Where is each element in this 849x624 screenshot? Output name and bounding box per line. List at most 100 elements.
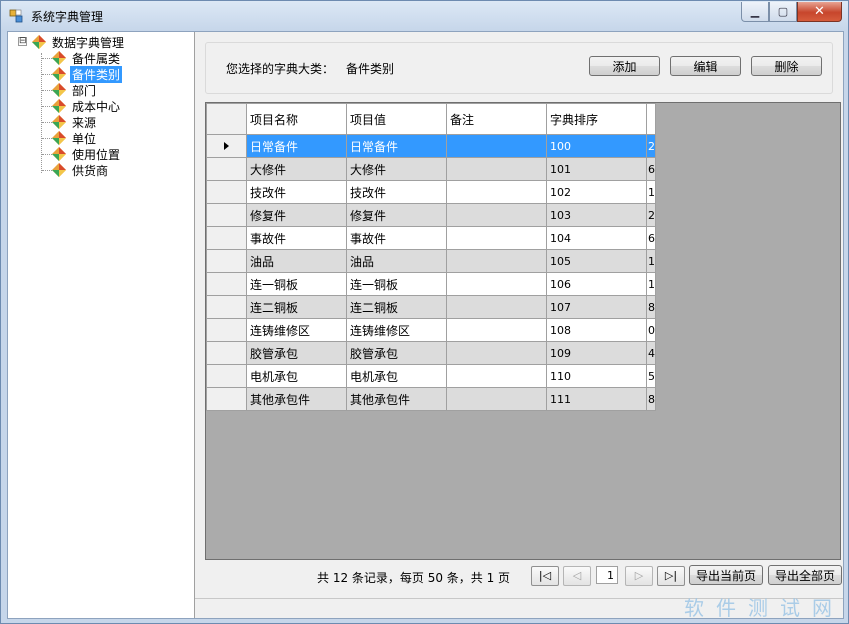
column-header-value[interactable]: 项目值 bbox=[346, 103, 447, 135]
cell-remark[interactable] bbox=[446, 364, 547, 388]
cell-value[interactable]: 胶管承包 bbox=[346, 341, 447, 365]
tree-item[interactable]: 来源 bbox=[52, 114, 98, 130]
cell-remark[interactable] bbox=[446, 318, 547, 342]
edit-button[interactable]: 编辑 bbox=[670, 56, 741, 76]
cell-value[interactable]: 连一铜板 bbox=[346, 272, 447, 296]
next-page-button[interactable]: ▷ bbox=[625, 566, 653, 586]
cell-extra[interactable]: 1 bbox=[646, 249, 656, 273]
table-row[interactable]: 技改件 技改件 102 1 bbox=[206, 180, 656, 204]
cell-extra[interactable]: 1 bbox=[646, 180, 656, 204]
tree-item[interactable]: 部门 bbox=[52, 82, 98, 98]
row-header[interactable] bbox=[206, 318, 247, 342]
cell-remark[interactable] bbox=[446, 341, 547, 365]
cell-sort[interactable]: 104 bbox=[546, 226, 647, 250]
cell-name[interactable]: 技改件 bbox=[246, 180, 347, 204]
table-row[interactable]: 事故件 事故件 104 6 bbox=[206, 226, 656, 250]
export-current-page-button[interactable]: 导出当前页 bbox=[689, 565, 763, 585]
cell-value[interactable]: 修复件 bbox=[346, 203, 447, 227]
tree-item[interactable]: 备件属类 bbox=[52, 50, 122, 66]
table-row[interactable]: 油品 油品 105 1 bbox=[206, 249, 656, 273]
cell-name[interactable]: 事故件 bbox=[246, 226, 347, 250]
cell-remark[interactable] bbox=[446, 134, 547, 158]
table-row[interactable]: 电机承包 电机承包 110 5 bbox=[206, 364, 656, 388]
cell-sort[interactable]: 102 bbox=[546, 180, 647, 204]
row-header[interactable] bbox=[206, 203, 247, 227]
delete-button[interactable]: 删除 bbox=[751, 56, 822, 76]
cell-remark[interactable] bbox=[446, 249, 547, 273]
first-page-button[interactable]: |◁ bbox=[531, 566, 559, 586]
cell-sort[interactable]: 103 bbox=[546, 203, 647, 227]
table-row[interactable]: 连一铜板 连一铜板 106 1 bbox=[206, 272, 656, 296]
row-header[interactable] bbox=[206, 157, 247, 181]
tree-item[interactable]: 成本中心 bbox=[52, 98, 122, 114]
tree-root[interactable]: 数据字典管理 bbox=[32, 34, 126, 50]
cell-value[interactable]: 事故件 bbox=[346, 226, 447, 250]
column-header-extra[interactable] bbox=[646, 103, 656, 135]
tree-item[interactable]: 单位 bbox=[52, 130, 98, 146]
table-row[interactable]: 大修件 大修件 101 6 bbox=[206, 157, 656, 181]
export-all-pages-button[interactable]: 导出全部页 bbox=[768, 565, 842, 585]
add-button[interactable]: 添加 bbox=[589, 56, 660, 76]
cell-value[interactable]: 连二铜板 bbox=[346, 295, 447, 319]
tree-item[interactable]: 使用位置 bbox=[52, 146, 122, 162]
row-header[interactable] bbox=[206, 226, 247, 250]
cell-name[interactable]: 连铸维修区 bbox=[246, 318, 347, 342]
cell-value[interactable]: 日常备件 bbox=[346, 134, 447, 158]
cell-value[interactable]: 技改件 bbox=[346, 180, 447, 204]
cell-remark[interactable] bbox=[446, 226, 547, 250]
last-page-button[interactable]: ▷| bbox=[657, 566, 685, 586]
cell-sort[interactable]: 111 bbox=[546, 387, 647, 411]
cell-extra[interactable]: 8 bbox=[646, 387, 656, 411]
row-header[interactable] bbox=[206, 387, 247, 411]
cell-name[interactable]: 连二铜板 bbox=[246, 295, 347, 319]
cell-extra[interactable]: 6 bbox=[646, 226, 656, 250]
prev-page-button[interactable]: ◁ bbox=[563, 566, 591, 586]
cell-remark[interactable] bbox=[446, 272, 547, 296]
cell-name[interactable]: 其他承包件 bbox=[246, 387, 347, 411]
cell-extra[interactable]: 6 bbox=[646, 157, 656, 181]
cell-remark[interactable] bbox=[446, 295, 547, 319]
row-header[interactable] bbox=[206, 295, 247, 319]
cell-name[interactable]: 日常备件 bbox=[246, 134, 347, 158]
row-header[interactable] bbox=[206, 341, 247, 365]
cell-sort[interactable]: 106 bbox=[546, 272, 647, 296]
cell-value[interactable]: 连铸维修区 bbox=[346, 318, 447, 342]
cell-value[interactable]: 其他承包件 bbox=[346, 387, 447, 411]
collapse-icon[interactable]: ⊟ bbox=[18, 37, 27, 46]
cell-extra[interactable]: 0 bbox=[646, 318, 656, 342]
dictionary-tree[interactable]: ⊟ 数据字典管理 备件属类 备件类别 部门 成本中心 来源 单位 使用位置 供货商 bbox=[8, 32, 195, 618]
table-row[interactable]: 修复件 修复件 103 2 bbox=[206, 203, 656, 227]
maximize-button[interactable]: ▢ bbox=[769, 2, 797, 22]
table-row[interactable]: 胶管承包 胶管承包 109 4 bbox=[206, 341, 656, 365]
cell-name[interactable]: 油品 bbox=[246, 249, 347, 273]
cell-name[interactable]: 修复件 bbox=[246, 203, 347, 227]
cell-sort[interactable]: 105 bbox=[546, 249, 647, 273]
cell-value[interactable]: 油品 bbox=[346, 249, 447, 273]
cell-name[interactable]: 连一铜板 bbox=[246, 272, 347, 296]
cell-sort[interactable]: 109 bbox=[546, 341, 647, 365]
row-header[interactable] bbox=[206, 134, 247, 158]
table-row[interactable]: 其他承包件 其他承包件 111 8 bbox=[206, 387, 656, 411]
cell-extra[interactable]: 2 bbox=[646, 203, 656, 227]
page-number-input[interactable] bbox=[596, 566, 618, 584]
cell-remark[interactable] bbox=[446, 157, 547, 181]
table-row[interactable]: 日常备件 日常备件 100 2 bbox=[206, 134, 656, 158]
cell-extra[interactable]: 2 bbox=[646, 134, 656, 158]
tree-item[interactable]: 备件类别 bbox=[52, 65, 123, 83]
row-header[interactable] bbox=[206, 272, 247, 296]
minimize-button[interactable]: ▁ bbox=[741, 2, 769, 22]
cell-remark[interactable] bbox=[446, 180, 547, 204]
cell-name[interactable]: 胶管承包 bbox=[246, 341, 347, 365]
column-header-remark[interactable]: 备注 bbox=[446, 103, 547, 135]
tree-item[interactable]: 供货商 bbox=[52, 162, 110, 178]
cell-remark[interactable] bbox=[446, 203, 547, 227]
column-header-name[interactable]: 项目名称 bbox=[246, 103, 347, 135]
cell-sort[interactable]: 110 bbox=[546, 364, 647, 388]
title-bar[interactable]: 系统字典管理 ▁ ▢ ✕ bbox=[1, 1, 848, 31]
row-header[interactable] bbox=[206, 249, 247, 273]
cell-extra[interactable]: 4 bbox=[646, 341, 656, 365]
cell-sort[interactable]: 108 bbox=[546, 318, 647, 342]
cell-extra[interactable]: 8 bbox=[646, 295, 656, 319]
close-button[interactable]: ✕ bbox=[797, 2, 842, 22]
cell-extra[interactable]: 1 bbox=[646, 272, 656, 296]
